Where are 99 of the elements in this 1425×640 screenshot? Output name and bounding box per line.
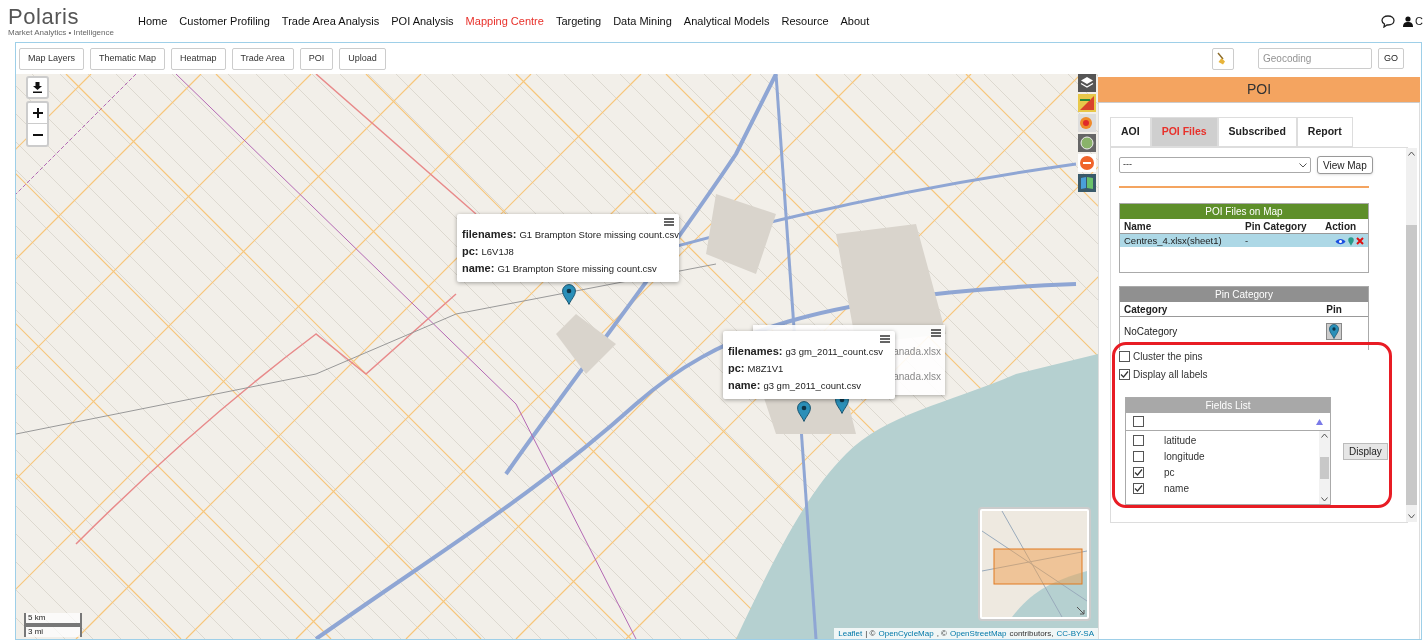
field-label: pc: (728, 361, 745, 376)
chevron-down-icon (1299, 162, 1307, 168)
nav-link[interactable]: Mapping Centre (465, 12, 544, 30)
field-label: filenames: (728, 344, 783, 359)
column-header[interactable]: Pin Category (1245, 219, 1325, 234)
toolbar-button[interactable]: Map Layers (19, 47, 85, 70)
checkbox[interactable] (1133, 466, 1144, 478)
scroll-up-icon[interactable] (1321, 433, 1328, 438)
column-header[interactable]: Action (1325, 219, 1364, 234)
download-icon[interactable] (26, 76, 49, 99)
table-cell-text: Centres_4.xlsx(sheet1) (1124, 234, 1223, 248)
menu-icon[interactable] (931, 329, 941, 337)
field-name: name (1164, 481, 1189, 496)
eye-icon[interactable] (1335, 237, 1346, 245)
table-row[interactable]: Centres_4.xlsx(sheet1) - (1120, 234, 1368, 247)
attribution-link[interactable]: OpenCycleMap (878, 628, 934, 639)
logo-wordmark: Polaris (8, 5, 81, 28)
nav-link[interactable]: Customer Profiling (179, 12, 270, 30)
map-pin-icon[interactable] (797, 401, 811, 422)
attribution-text: | © (865, 628, 876, 639)
field-label: pc: (462, 244, 479, 259)
scrollbar[interactable] (1406, 148, 1417, 522)
field-name: latitude (1164, 433, 1197, 448)
logo-tagline: Market Analytics • Intelligence (8, 27, 115, 37)
field-name: longitude (1164, 449, 1205, 464)
attribution-link[interactable]: Leaflet (838, 628, 863, 639)
nav-link[interactable]: Targeting (555, 12, 602, 30)
field-value: g3 gm_2011_count.csv (763, 379, 861, 393)
checkbox[interactable] (1133, 416, 1144, 427)
popup-text: anada.xlsx (893, 371, 941, 382)
field-label: name: (728, 378, 761, 393)
field-value: L6V1J8 (481, 245, 514, 259)
scroll-down-icon[interactable] (1321, 497, 1328, 502)
nav-link[interactable]: Trade Area Analysis (281, 12, 380, 30)
pin-button[interactable] (1326, 322, 1342, 340)
field-value: g3 gm_2011_count.csv (785, 345, 883, 359)
delete-icon[interactable] (1356, 237, 1364, 246)
heatmap-icon[interactable] (1078, 114, 1096, 132)
menu-icon[interactable] (664, 218, 674, 226)
checkbox[interactable] (1133, 450, 1144, 462)
column-header[interactable]: Category (1124, 302, 1304, 317)
display-button[interactable]: Display (1343, 442, 1388, 460)
scale-bar: 5 km (24, 613, 82, 625)
field-name: pc (1164, 465, 1175, 480)
scroll-down-icon[interactable] (1408, 514, 1415, 519)
field-label: filenames: (462, 227, 517, 242)
column-header[interactable]: Name (1124, 219, 1245, 234)
tab[interactable]: Subscribed (1217, 117, 1297, 147)
scroll-up-icon[interactable] (1408, 151, 1415, 156)
nav-link[interactable]: Resource (781, 12, 829, 30)
attribution-text: , © (936, 628, 947, 639)
toolbar-button[interactable]: Upload (339, 47, 386, 70)
checkbox-label: Cluster the pins (1133, 350, 1203, 365)
table-title: Pin Category (1120, 287, 1368, 302)
field-value: M8Z1V1 (747, 362, 784, 376)
checkbox-label: Display all labels (1133, 367, 1208, 382)
go-button[interactable]: GO (1378, 48, 1404, 69)
checkbox[interactable] (1119, 368, 1130, 380)
table-title: POI Files on Map (1120, 204, 1368, 219)
toolbar-button[interactable]: POI (299, 47, 334, 70)
table-title: Fields List (1126, 398, 1330, 413)
checkbox[interactable] (1133, 482, 1144, 494)
attribution-link[interactable]: OpenStreetMap (950, 628, 1007, 639)
nav-link[interactable]: Home (138, 12, 168, 30)
table-cell-text: NoCategory (1124, 324, 1179, 339)
tab[interactable]: AOI (1110, 117, 1151, 147)
popup-text: anada.xlsx (893, 346, 941, 357)
category-dropdown[interactable]: --- (1119, 157, 1311, 173)
map-icon[interactable] (1078, 174, 1096, 192)
user-icon[interactable] (1403, 15, 1414, 27)
checkbox[interactable] (1119, 351, 1130, 363)
user-name[interactable]: C (1415, 12, 1423, 30)
sort-icon[interactable] (1316, 418, 1323, 425)
view-map-button[interactable]: View Map (1317, 156, 1373, 174)
chat-icon[interactable] (1381, 14, 1396, 28)
attribution-text: contributors, (1009, 628, 1054, 639)
toolbar-button[interactable]: Heatmap (171, 47, 226, 70)
field-value: G1 Brampton Store missing count.csv (519, 228, 679, 242)
nav-link[interactable]: Data Mining (613, 12, 672, 30)
checkbox[interactable] (1133, 434, 1144, 446)
scrollbar[interactable] (1319, 431, 1330, 504)
toolbar-button[interactable]: Thematic Map (90, 47, 166, 70)
map-pin-icon[interactable] (562, 284, 576, 305)
attribution-link[interactable]: CC-BY-SA (1056, 628, 1094, 639)
panel-title: POI (1098, 77, 1420, 103)
column-header[interactable]: Pin (1304, 302, 1364, 317)
field-label: name: (462, 261, 495, 276)
nav-link[interactable]: Analytical Models (683, 12, 770, 30)
field-value: G1 Brampton Store missing count.csv (497, 262, 657, 276)
table-cell-text: - (1245, 234, 1250, 248)
dropdown-value: --- (1123, 158, 1132, 172)
layers-icon[interactable] (1078, 74, 1096, 92)
menu-icon[interactable] (880, 335, 890, 343)
nav-link[interactable]: POI Analysis (391, 12, 454, 30)
scale-bar: 3 mi (24, 625, 82, 637)
geocoding-field[interactable]: Geocoding (1258, 48, 1372, 69)
toolbar-button[interactable]: Trade Area (231, 47, 294, 70)
tab[interactable]: Report (1296, 117, 1353, 147)
nav-link[interactable]: About (840, 12, 870, 30)
